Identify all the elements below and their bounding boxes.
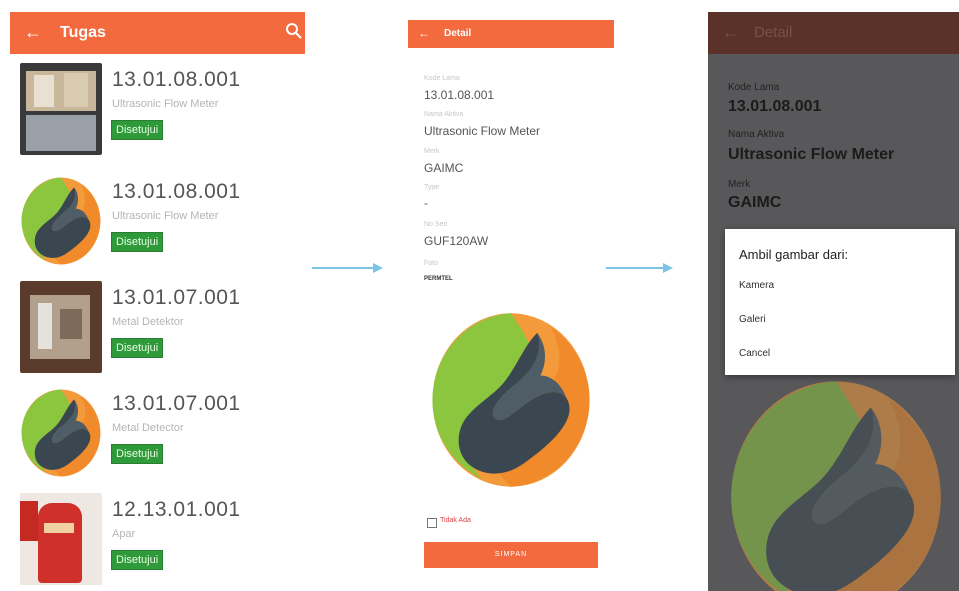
- status-badge: Disetujui: [111, 232, 164, 252]
- list-item[interactable]: 13.01.08.001 Ultrasonic Flow Meter Diset…: [10, 58, 305, 158]
- flow-arrow-icon: [373, 263, 383, 273]
- page-title: Detail: [754, 24, 793, 41]
- checkbox-label: Tidak Ada: [440, 517, 471, 524]
- field-label: Foto: [424, 260, 439, 267]
- image-source-screen: ← Detail Kode Lama 13.01.08.001 Nama Akt…: [708, 12, 959, 591]
- app-bar: ← Tugas: [10, 12, 305, 54]
- asset-name: Apar: [112, 528, 136, 540]
- asset-photo: [20, 493, 102, 585]
- asset-code: 13.01.08.001: [112, 180, 241, 203]
- cancel-option[interactable]: Cancel: [739, 348, 770, 359]
- asset-photo[interactable]: [424, 310, 598, 490]
- tidak-ada-checkbox[interactable]: [427, 518, 437, 528]
- field-value: GAIMC: [728, 194, 782, 211]
- field-label: Nama Aktiva: [424, 111, 464, 118]
- field-value: Ultrasonic Flow Meter: [728, 146, 895, 163]
- field-value: 13.01.08.001: [424, 88, 495, 102]
- flow-arrow-line: [312, 267, 374, 269]
- task-list-screen: ← Tugas 13.01.08.001 Ultrasonic Flow Met…: [10, 12, 305, 591]
- asset-code: 13.01.07.001: [112, 392, 241, 415]
- field-value: 13.01.08.001: [728, 98, 822, 115]
- asset-name: Metal Detector: [112, 422, 184, 434]
- asset-code: 13.01.07.001: [112, 286, 241, 309]
- list-item[interactable]: 13.01.08.001 Ultrasonic Flow Meter Diset…: [10, 170, 305, 270]
- status-badge: Disetujui: [111, 120, 164, 140]
- app-bar: ← Detail: [708, 12, 959, 54]
- search-icon[interactable]: [284, 21, 304, 41]
- photo-caption: PERMTEL: [424, 276, 453, 282]
- field-label: No Seri: [424, 221, 448, 228]
- field-value: -: [424, 196, 428, 210]
- camera-option[interactable]: Kamera: [739, 280, 774, 291]
- asset-photo: [20, 281, 102, 373]
- asset-name: Ultrasonic Flow Meter: [112, 98, 219, 110]
- status-badge: Disetujui: [111, 550, 164, 570]
- asset-name: Metal Detektor: [112, 316, 184, 328]
- asset-code: 12.13.01.001: [112, 498, 241, 521]
- field-label: Kode Lama: [424, 75, 460, 82]
- app-logo: [20, 175, 102, 267]
- back-arrow-icon: ←: [722, 22, 740, 42]
- page-title: Tugas: [60, 24, 106, 41]
- page-title: Detail: [444, 28, 472, 39]
- field-value: Ultrasonic Flow Meter: [424, 124, 541, 138]
- field-label: Nama Aktiva: [728, 129, 785, 140]
- field-value: GAIMC: [424, 161, 464, 175]
- status-badge: Disetujui: [111, 444, 164, 464]
- field-label: Merk: [728, 179, 751, 190]
- list-item[interactable]: 13.01.07.001 Metal Detector Disetujui: [10, 382, 305, 482]
- asset-photo: [20, 63, 102, 155]
- field-label: Type: [424, 184, 440, 191]
- asset-code: 13.01.08.001: [112, 68, 241, 91]
- status-badge: Disetujui: [111, 338, 164, 358]
- back-arrow-icon[interactable]: ←: [24, 22, 42, 43]
- flow-arrow-line: [606, 267, 664, 269]
- save-button[interactable]: SIMPAN: [424, 542, 598, 568]
- back-arrow-icon[interactable]: ←: [418, 26, 430, 40]
- dialog-title: Ambil gambar dari:: [739, 247, 849, 262]
- detail-screen: ← Detail Kode Lama 13.01.08.001 Nama Akt…: [408, 20, 614, 580]
- field-value: GUF120AW: [424, 234, 489, 248]
- field-label: Merk: [424, 148, 440, 155]
- image-source-dialog: Ambil gambar dari: Kamera Galeri Cancel: [725, 229, 955, 375]
- asset-photo: [726, 377, 946, 591]
- app-logo: [20, 387, 102, 479]
- list-item[interactable]: 13.01.07.001 Metal Detektor Disetujui: [10, 276, 305, 376]
- gallery-option[interactable]: Galeri: [739, 314, 766, 325]
- asset-name: Ultrasonic Flow Meter: [112, 210, 219, 222]
- list-item[interactable]: 12.13.01.001 Apar Disetujui: [10, 488, 305, 588]
- flow-arrow-icon: [663, 263, 673, 273]
- app-bar: ← Detail: [408, 20, 614, 48]
- field-label: Kode Lama: [728, 82, 780, 93]
